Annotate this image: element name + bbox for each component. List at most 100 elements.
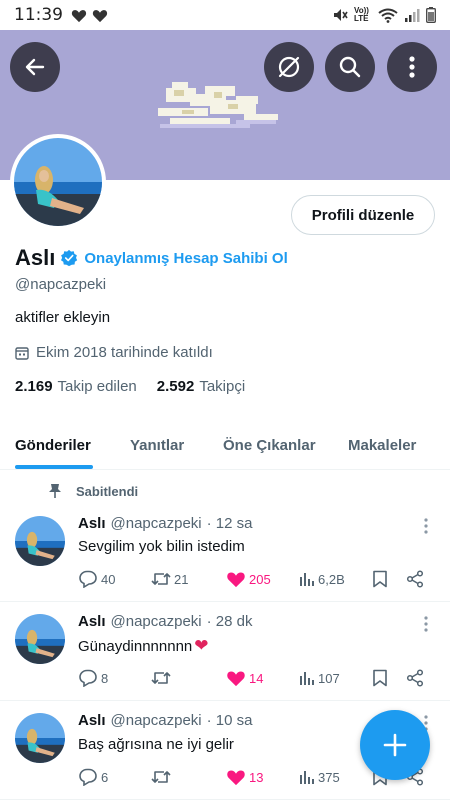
profile-bio: aktifler ekleyin xyxy=(15,309,111,326)
tweet[interactable]: Aslı @napcazpeki · 28 dk Günaydinnnnnnn … xyxy=(0,603,450,701)
heart-notification-icon xyxy=(71,9,87,22)
like-count: 13 xyxy=(249,769,264,785)
wifi-icon xyxy=(378,8,398,23)
like-button[interactable]: 13 xyxy=(226,766,263,788)
back-arrow-icon xyxy=(25,58,45,76)
mute-icon xyxy=(334,9,348,21)
tweet-text-content: Günaydinnnnnnn xyxy=(78,637,193,655)
tweet-actions: 8 14 107 xyxy=(78,667,428,689)
tweet-text-content: Baş ağrısına ne iyi gelir xyxy=(78,736,234,753)
like-button[interactable]: 14 xyxy=(226,667,263,689)
views-icon xyxy=(300,771,314,784)
like-count: 205 xyxy=(249,571,271,587)
tab-posts[interactable]: Gönderiler xyxy=(15,420,91,470)
tweet-text: Sevgilim yok bilin istedim xyxy=(78,538,245,555)
heart-notification-icon xyxy=(92,9,108,22)
tweet-time: · 10 sa xyxy=(206,712,253,729)
verified-badge-icon xyxy=(61,249,78,267)
share-icon xyxy=(406,669,424,687)
like-button[interactable]: 205 xyxy=(226,568,271,590)
tweet[interactable]: Aslı @napcazpeki · 12 sa Sevgilim yok bi… xyxy=(0,505,450,602)
calendar-icon xyxy=(15,346,29,360)
more-options-button[interactable] xyxy=(387,42,437,92)
edit-profile-button[interactable]: Profili düzenle xyxy=(291,195,435,235)
battery-icon xyxy=(426,7,436,23)
active-tab-indicator xyxy=(15,465,93,469)
tweet-author[interactable]: Aslı xyxy=(78,515,106,532)
tweet-author[interactable]: Aslı xyxy=(78,712,106,729)
plus-icon xyxy=(383,733,407,757)
avatar-image xyxy=(15,713,65,763)
reply-icon xyxy=(79,768,97,786)
share-icon xyxy=(406,570,424,588)
following-count: 2.169 xyxy=(15,378,53,395)
bookmark-button[interactable] xyxy=(372,667,388,689)
share-button[interactable] xyxy=(406,568,424,590)
search-button[interactable] xyxy=(325,42,375,92)
translate-button[interactable] xyxy=(264,42,314,92)
tab-articles[interactable]: Makaleler xyxy=(348,420,416,470)
avatar-image xyxy=(15,614,65,664)
tweet-header: Aslı @napcazpeki · 10 sa xyxy=(78,712,253,729)
bookmark-icon xyxy=(373,570,387,588)
followers-link[interactable]: 2.592 Takipçi xyxy=(157,378,245,395)
reply-button[interactable]: 40 xyxy=(78,568,115,590)
profile-tabs: Gönderiler Yanıtlar Öne Çıkanlar Makalel… xyxy=(0,420,450,470)
tweet-avatar[interactable] xyxy=(15,713,65,763)
following-link[interactable]: 2.169 Takip edilen xyxy=(15,378,137,395)
following-label: Takip edilen xyxy=(57,378,137,395)
pinned-text: Sabitlendi xyxy=(76,483,139,499)
retweet-button[interactable] xyxy=(151,667,174,689)
status-time: 11:39 xyxy=(14,5,63,25)
more-vertical-icon[interactable] xyxy=(424,616,428,632)
reply-icon xyxy=(79,669,97,687)
notification-icons xyxy=(71,8,108,23)
retweet-count: 21 xyxy=(174,571,189,587)
retweet-icon xyxy=(151,771,171,783)
follow-stats: 2.169 Takip edilen 2.592 Takipçi xyxy=(15,378,265,395)
status-icons: Vo)) LTE xyxy=(332,7,436,23)
network-label: Vo)) LTE xyxy=(354,6,369,23)
bookmark-icon xyxy=(373,669,387,687)
avatar-image xyxy=(15,516,65,566)
tweet-avatar[interactable] xyxy=(15,516,65,566)
get-verified-link[interactable]: Onaylanmış Hesap Sahibi Ol xyxy=(84,250,287,267)
views-count: 6,2B xyxy=(318,571,345,587)
views-count: 107 xyxy=(318,670,340,686)
tweet-handle: @napcazpeki xyxy=(110,515,202,532)
compose-button[interactable] xyxy=(360,710,430,780)
tweet-header: Aslı @napcazpeki · 12 sa xyxy=(78,515,253,532)
heart-icon xyxy=(227,572,245,588)
tweet-text: Baş ağrısına ne iyi gelir xyxy=(78,736,234,753)
profile-name-row: Aslı Onaylanmış Hesap Sahibi Ol xyxy=(15,245,288,271)
tab-replies[interactable]: Yanıtlar xyxy=(130,420,184,470)
reply-button[interactable]: 8 xyxy=(78,667,108,689)
tweet-author[interactable]: Aslı xyxy=(78,613,106,630)
display-name: Aslı xyxy=(15,245,56,270)
back-button[interactable] xyxy=(10,42,60,92)
views-button[interactable]: 107 xyxy=(299,667,340,689)
tweet-avatar[interactable] xyxy=(15,614,65,664)
signal-icon xyxy=(405,9,420,22)
pinned-label: Sabitlendi xyxy=(48,483,138,499)
profile-avatar[interactable] xyxy=(10,134,106,230)
bookmark-button[interactable] xyxy=(372,568,388,590)
tweet-handle: @napcazpeki xyxy=(110,712,202,729)
tweet-handle: @napcazpeki xyxy=(110,613,202,630)
reply-button[interactable]: 6 xyxy=(78,766,108,788)
tweet-time: · 28 dk xyxy=(206,613,253,630)
tab-highlights[interactable]: Öne Çıkanlar xyxy=(223,420,316,470)
views-button[interactable]: 6,2B xyxy=(299,568,345,590)
tweet-text: Günaydinnnnnnn ❤ xyxy=(78,636,209,656)
retweet-button[interactable] xyxy=(151,766,174,788)
more-vertical-icon[interactable] xyxy=(424,518,428,534)
tweet-text-content: Sevgilim yok bilin istedim xyxy=(78,538,245,555)
pin-icon xyxy=(49,484,61,498)
more-vertical-icon xyxy=(409,56,415,78)
heart-icon xyxy=(227,671,245,687)
views-count: 375 xyxy=(318,769,340,785)
views-button[interactable]: 375 xyxy=(299,766,340,788)
retweet-button[interactable]: 21 xyxy=(151,568,188,590)
share-button[interactable] xyxy=(406,667,424,689)
like-count: 14 xyxy=(249,670,264,686)
